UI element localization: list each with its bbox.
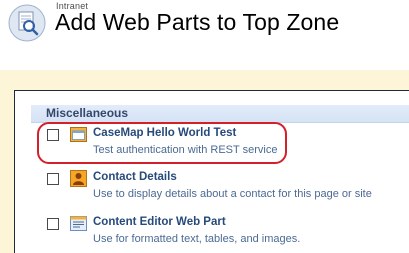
web-part-description: Use for formatted text, tables, and imag… <box>93 233 301 245</box>
web-part-title[interactable]: Contact Details <box>93 171 177 183</box>
content-editor-icon <box>70 216 87 231</box>
web-part-checkbox[interactable] <box>47 218 59 230</box>
page-header: Intranet Add Web Parts to Top Zone <box>0 0 409 60</box>
web-part-checkbox[interactable] <box>47 173 59 185</box>
web-part-title[interactable]: CaseMap Hello World Test <box>93 127 236 139</box>
web-part-title[interactable]: Content Editor Web Part <box>93 216 226 228</box>
contact-person-icon <box>70 170 87 187</box>
section-title: Miscellaneous <box>46 106 129 120</box>
web-part-row[interactable]: Content Editor Web Part Use for formatte… <box>33 215 393 251</box>
add-web-parts-dialog: Intranet Add Web Parts to Top Zone Misce… <box>0 0 409 253</box>
web-part-window-icon <box>70 127 87 142</box>
web-part-row[interactable]: Contact Details Use to display details a… <box>33 170 393 206</box>
search-page-icon <box>8 4 46 42</box>
section-header: Miscellaneous <box>31 105 409 123</box>
web-part-row[interactable]: CaseMap Hello World Test Test authentica… <box>33 126 393 162</box>
web-part-description: Use to display details about a contact f… <box>93 188 372 200</box>
page-title: Add Web Parts to Top Zone <box>55 9 340 35</box>
web-part-checkbox[interactable] <box>47 129 59 141</box>
web-part-description: Test authentication with REST service <box>93 144 278 156</box>
